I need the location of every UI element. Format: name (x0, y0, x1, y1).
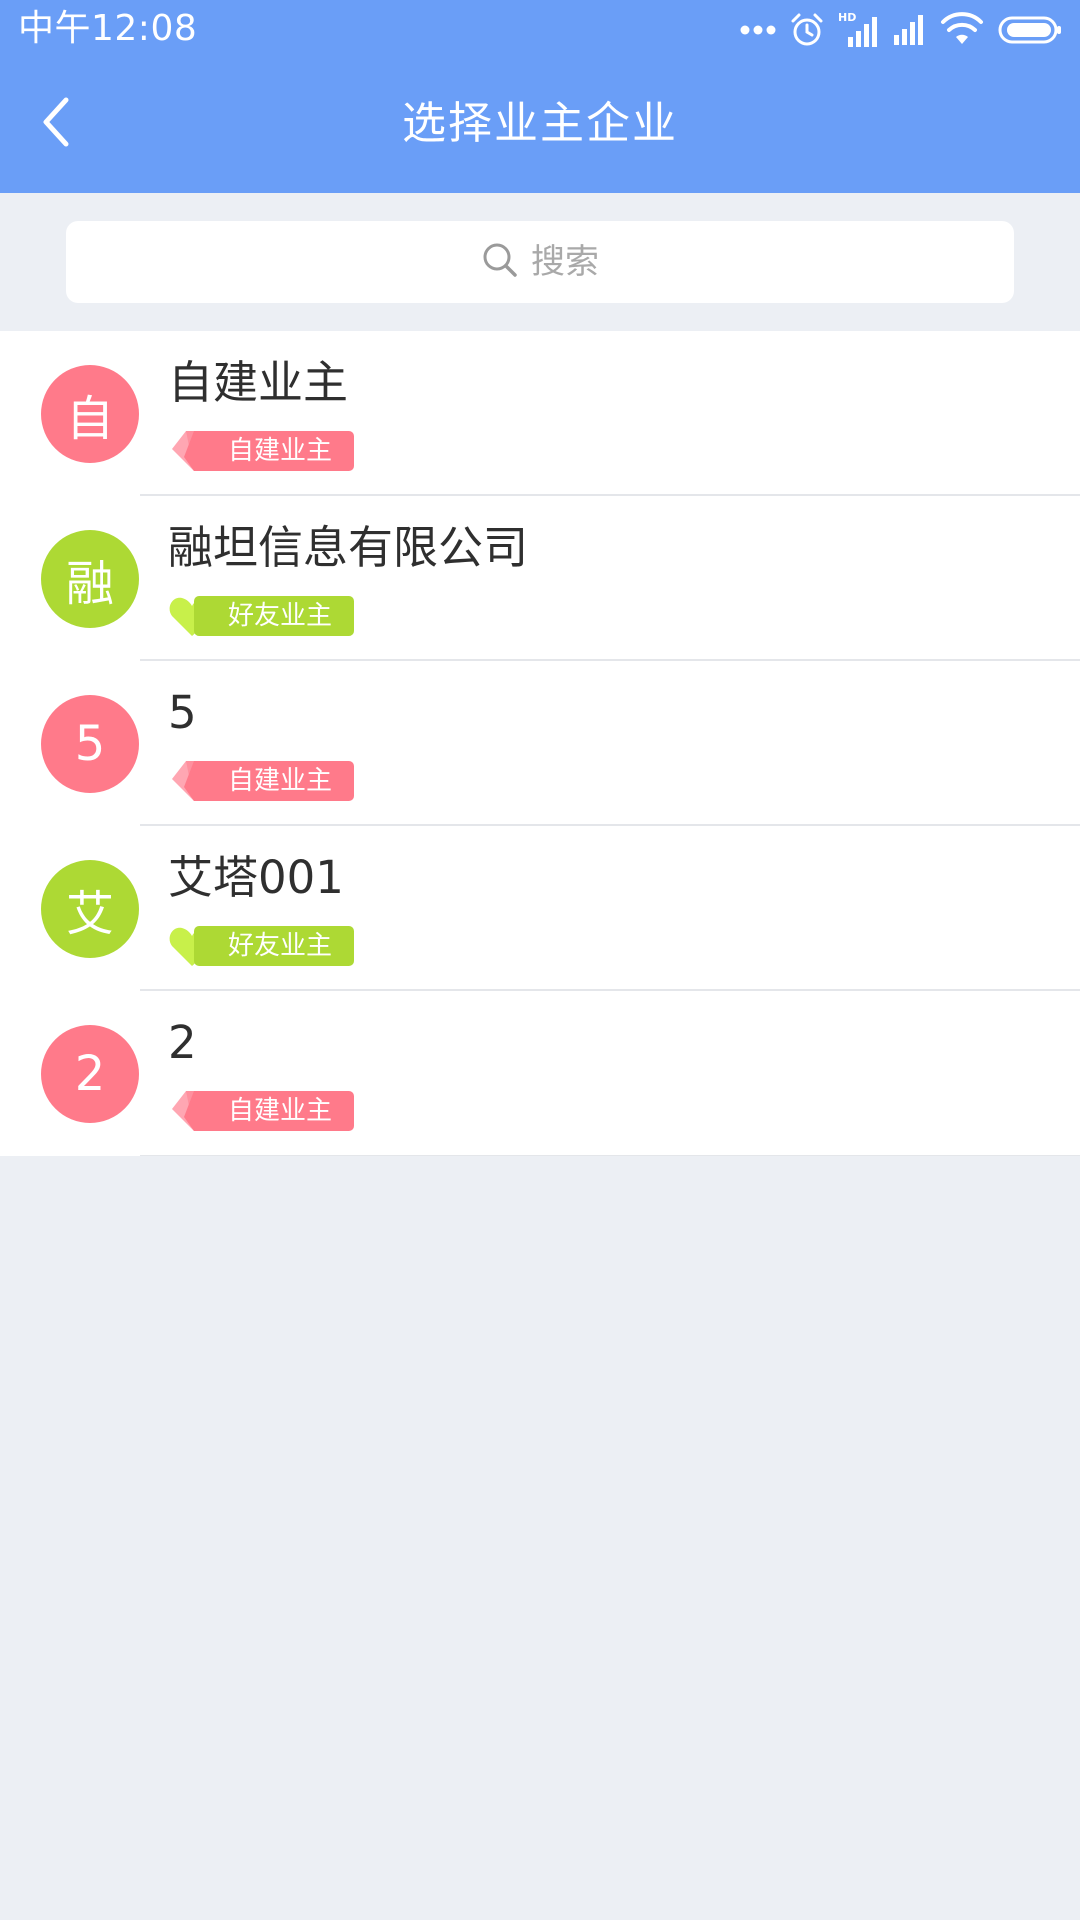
avatar: 5 (41, 695, 139, 793)
owner-type-badge: 好友业主 (168, 922, 358, 968)
navigation-bar: 选择业主企业 (0, 58, 1080, 193)
hd-signal-icon: HD (838, 11, 878, 49)
owner-list: 自 自建业主 自建业主 融 融坦信息有限公司 好友业主 5 5 自建业主 艾 艾… (0, 331, 1080, 1156)
list-item[interactable]: 自 自建业主 自建业主 (0, 331, 1080, 496)
divider (140, 1155, 1080, 1156)
page-title: 选择业主企业 (402, 98, 678, 149)
signal-icon (892, 13, 926, 47)
owner-type-label: 好友业主 (228, 601, 333, 631)
avatar: 艾 (41, 860, 139, 958)
list-item[interactable]: 艾 艾塔001 好友业主 (0, 826, 1080, 991)
top-bar: 中午12:08 HD 选择业主企业 (0, 0, 1080, 193)
owner-type-badge: 自建业主 (168, 427, 358, 473)
status-time: 中午12:08 (18, 8, 198, 49)
list-item[interactable]: 融 融坦信息有限公司 好友业主 (0, 496, 1080, 661)
list-item[interactable]: 5 5 自建业主 (0, 661, 1080, 826)
search-input[interactable]: 搜索 (66, 221, 1014, 303)
more-dots-icon (740, 24, 776, 36)
avatar: 融 (41, 530, 139, 628)
alarm-icon (790, 12, 824, 48)
avatar: 自 (41, 365, 139, 463)
search-area: 搜索 (0, 193, 1080, 331)
owner-type-badge: 自建业主 (168, 1087, 358, 1133)
svg-text:HD: HD (838, 11, 856, 24)
avatar: 2 (41, 1025, 139, 1123)
search-placeholder: 搜索 (531, 242, 599, 282)
wifi-icon (940, 12, 984, 48)
owner-name: 融坦信息有限公司 (168, 521, 529, 574)
owner-name: 艾塔001 (168, 851, 344, 904)
status-icons: HD (740, 8, 1062, 52)
battery-icon (998, 15, 1062, 45)
owner-type-badge: 自建业主 (168, 757, 358, 803)
owner-name: 5 (168, 686, 197, 739)
owner-type-label: 自建业主 (228, 436, 333, 466)
owner-type-badge: 好友业主 (168, 592, 358, 638)
search-icon (481, 241, 519, 283)
owner-name: 2 (168, 1016, 197, 1069)
owner-type-label: 自建业主 (228, 1096, 333, 1126)
owner-type-label: 自建业主 (228, 766, 333, 796)
status-bar: 中午12:08 HD (0, 0, 1080, 58)
list-item[interactable]: 2 2 自建业主 (0, 991, 1080, 1156)
owner-name: 自建业主 (168, 356, 349, 409)
owner-type-label: 好友业主 (228, 931, 333, 961)
